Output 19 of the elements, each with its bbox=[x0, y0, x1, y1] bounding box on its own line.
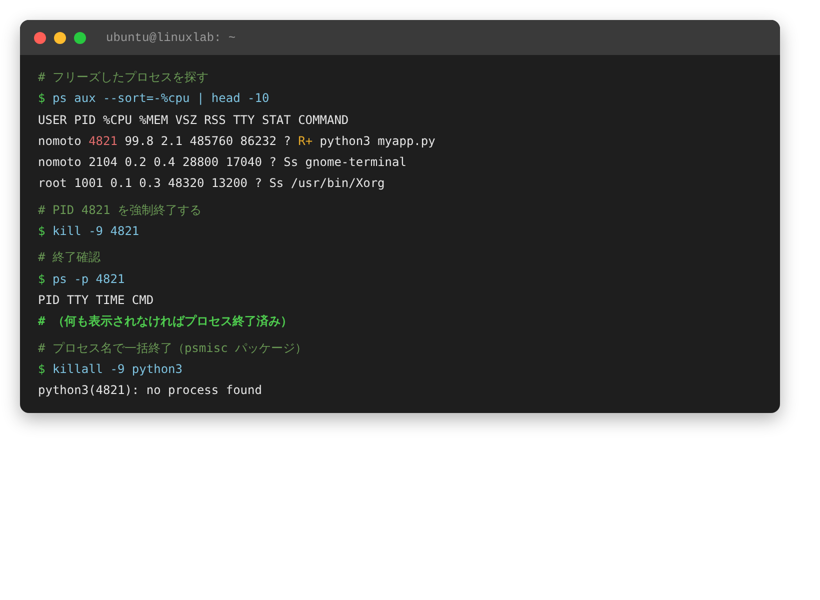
terminal-line: $ ps -p 4821 bbox=[38, 270, 126, 288]
terminal-line: $ kill -9 4821 bbox=[38, 223, 140, 240]
terminal-line: $ ps aux --sort=-%cpu | head -10 bbox=[38, 90, 270, 108]
maximize-icon[interactable] bbox=[74, 32, 86, 44]
terminal-line: # プロセス名で一括終了（psmisc パッケージ） bbox=[38, 340, 308, 357]
terminal-line: # PID 4821 を強制終了する bbox=[38, 202, 202, 219]
terminal-line: $ killall -9 python3 bbox=[38, 360, 184, 378]
terminal-line: nomoto 2104 0.2 0.4 28800 17040 ? Ss gnome-terminal bbox=[38, 154, 408, 172]
terminal-line: root 1001 0.1 0.3 48320 13200 ? Ss /usr/bin/Xorg bbox=[38, 175, 386, 192]
terminal-line: # （何も表示されなければプロセス終了済み） bbox=[38, 313, 294, 330]
terminal-line: nomoto 4821 99.8 2.1 485760 86232 ? R+ python3 myapp.py bbox=[38, 132, 436, 150]
terminal-line: # 終了確認 bbox=[38, 249, 102, 266]
terminal-line: # フリーズしたプロセスを探す bbox=[38, 69, 210, 86]
terminal-line: PID TTY TIME CMD bbox=[38, 292, 155, 309]
close-icon[interactable] bbox=[34, 32, 46, 44]
terminal-line: python3(4821): no process found bbox=[38, 382, 263, 400]
minimize-icon[interactable] bbox=[54, 32, 66, 44]
terminal-line: USER PID %CPU %MEM VSZ RSS TTY STAT COMMAND bbox=[38, 112, 350, 129]
window-title: ubuntu@linuxlab: ~ bbox=[106, 30, 236, 44]
